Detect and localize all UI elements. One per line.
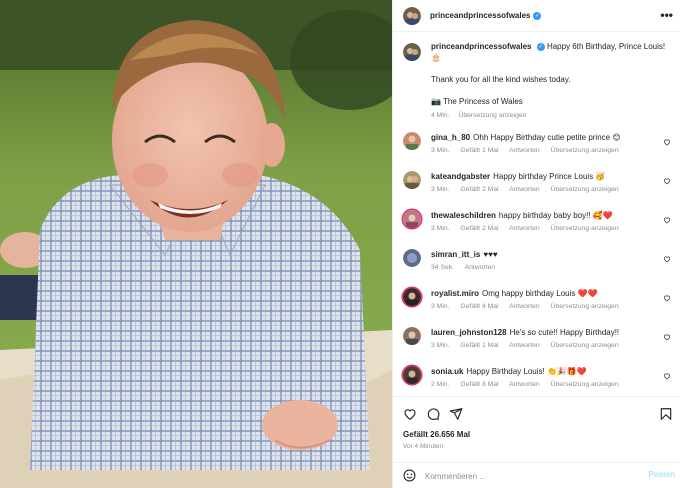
post-caption: princeandprincessofwales ✓ Happy 6th Bir… (403, 41, 671, 121)
like-comment-heart-icon[interactable] (663, 372, 671, 380)
emoji-smiley-icon[interactable] (403, 469, 416, 482)
commenter-username[interactable]: simran_itt_is (431, 250, 480, 259)
commenter-avatar[interactable] (403, 249, 421, 267)
instagram-post-view: princeandprincessofwales ✓ ••• princeand… (0, 0, 680, 488)
comment-item: gina_h_80 Ohh Happy Birthday cutie petite… (403, 132, 673, 166)
save-bookmark-icon[interactable] (659, 407, 673, 421)
commenter-username[interactable]: lauren_johnston128 (431, 328, 507, 337)
commenter-username[interactable]: gina_h_80 (431, 133, 470, 142)
commenter-username[interactable]: thewaleschildren (431, 211, 496, 220)
comment-likes[interactable]: Gefällt 2 Mal (460, 225, 498, 232)
caption-verified-badge-icon: ✓ (536, 42, 545, 51)
comment-translate-link[interactable]: Übersetzung anzeigen (551, 303, 619, 310)
comment-reply-button[interactable]: Antworten (465, 264, 496, 271)
comment-translate-link[interactable]: Übersetzung anzeigen (551, 381, 619, 388)
post-comment-button[interactable]: Posten (648, 470, 675, 479)
comment-likes[interactable]: Gefällt 2 Mal (460, 186, 498, 193)
comment-time: 3 Min. (431, 303, 450, 310)
like-comment-heart-icon[interactable] (663, 255, 671, 263)
commenter-avatar[interactable] (403, 171, 421, 189)
comment-bubble-icon[interactable] (426, 407, 440, 421)
like-heart-icon[interactable] (403, 407, 417, 421)
caption-line-2: Thank you for all the kind wishes today. (431, 75, 571, 84)
photo-image (0, 0, 392, 488)
author-avatar[interactable] (403, 6, 421, 25)
commenter-username[interactable]: royalist.miro (431, 289, 479, 298)
comment-likes[interactable]: Gefällt 8 Mal (460, 381, 498, 388)
comment-time: 3 Min. (431, 186, 450, 193)
post-actions: Gefällt 26.656 Mal Vor 4 Minuten (393, 396, 680, 462)
comment-reply-button[interactable]: Antworten (509, 225, 540, 232)
comment-likes[interactable]: Gefällt 1 Mal (460, 147, 498, 154)
commenter-avatar[interactable] (403, 327, 421, 345)
like-comment-heart-icon[interactable] (663, 216, 671, 224)
comment-text: Omg happy birthday Louis ❤️❤️ (482, 289, 598, 298)
comment-text: happy birthday baby boy!! 🥰❤️ (498, 211, 613, 220)
comment-time: 3 Min. (431, 225, 450, 232)
comment-translate-link[interactable]: Übersetzung anzeigen (551, 225, 619, 232)
commenter-avatar[interactable] (403, 288, 421, 306)
comments-list[interactable]: princeandprincessofwales ✓ Happy 6th Bir… (393, 32, 680, 396)
commenter-username[interactable]: kateandgabster (431, 172, 490, 181)
caption-time: 4 Min. (431, 112, 450, 119)
comment-translate-link[interactable]: Übersetzung anzeigen (551, 186, 619, 193)
comment-translate-link[interactable]: Übersetzung anzeigen (551, 342, 619, 349)
caption-username[interactable]: princeandprincessofwales (431, 42, 531, 51)
comment-item: royalist.miro Omg happy birthday Louis ❤️… (403, 288, 673, 322)
post-photo[interactable] (0, 0, 392, 488)
author-username[interactable]: princeandprincessofwales (430, 11, 530, 20)
commenter-avatar[interactable] (403, 366, 421, 384)
comment-item: lauren_johnston128 He's so cute!! Happy B… (403, 327, 673, 361)
post-sidebar: princeandprincessofwales ✓ ••• princeand… (392, 0, 680, 488)
commenter-avatar[interactable] (403, 132, 421, 150)
comment-text: Happy Birthday Louis! 👏🎉🎁❤️ (466, 367, 587, 376)
like-comment-heart-icon[interactable] (663, 333, 671, 341)
comment-text: Ohh Happy Birthday cutie petite prince 😊 (473, 133, 621, 142)
comment-item: simran_itt_is ♥♥♥ 34 Sek. Antworten (403, 249, 673, 283)
comment-item: kateandgabster Happy birthday Prince Loui… (403, 171, 673, 205)
comment-time: 3 Min. (431, 342, 450, 349)
comment-likes[interactable]: Gefällt 4 Mal (460, 303, 498, 310)
like-comment-heart-icon[interactable] (663, 294, 671, 302)
comment-item: thewaleschildren happy birthday baby boy!… (403, 210, 673, 244)
likes-count[interactable]: Gefällt 26.656 Mal (403, 430, 470, 439)
comment-text: He's so cute!! Happy Birthday!! (509, 328, 620, 337)
like-comment-heart-icon[interactable] (663, 177, 671, 185)
caption-meta: 4 Min. Übersetzung anzeigen (431, 110, 671, 121)
comment-time: 34 Sek. (431, 264, 455, 271)
caption-credit: 📷 The Princess of Wales (431, 97, 523, 106)
comment-item: sonia.uk Happy Birthday Louis! 👏🎉🎁❤️ 2 Mi… (403, 366, 673, 396)
comment-likes[interactable]: Gefällt 1 Mal (460, 342, 498, 349)
comment-time: 2 Min. (431, 381, 450, 388)
commenter-username[interactable]: sonia.uk (431, 367, 463, 376)
comment-reply-button[interactable]: Antworten (509, 381, 540, 388)
comment-reply-button[interactable]: Antworten (509, 186, 540, 193)
comment-text: Happy birthday Prince Louis 🥳 (493, 172, 606, 181)
comment-input[interactable] (425, 469, 645, 483)
post-timestamp: Vor 4 Minuten (403, 443, 444, 450)
comment-reply-button[interactable]: Antworten (509, 147, 540, 154)
commenter-avatar[interactable] (403, 210, 421, 228)
comment-reply-button[interactable]: Antworten (509, 303, 540, 310)
caption-avatar[interactable] (403, 43, 421, 61)
like-comment-heart-icon[interactable] (663, 138, 671, 146)
comment-composer: Posten (393, 462, 680, 488)
comment-text: ♥♥♥ (483, 250, 498, 259)
caption-translate-link[interactable]: Übersetzung anzeigen (458, 112, 526, 119)
more-options-icon[interactable]: ••• (660, 8, 673, 22)
comment-reply-button[interactable]: Antworten (509, 342, 540, 349)
verified-badge-icon: ✓ (533, 11, 542, 20)
post-header: princeandprincessofwales ✓ ••• (393, 0, 680, 32)
comment-time: 3 Min. (431, 147, 450, 154)
comment-translate-link[interactable]: Übersetzung anzeigen (551, 147, 619, 154)
share-send-icon[interactable] (449, 407, 463, 421)
